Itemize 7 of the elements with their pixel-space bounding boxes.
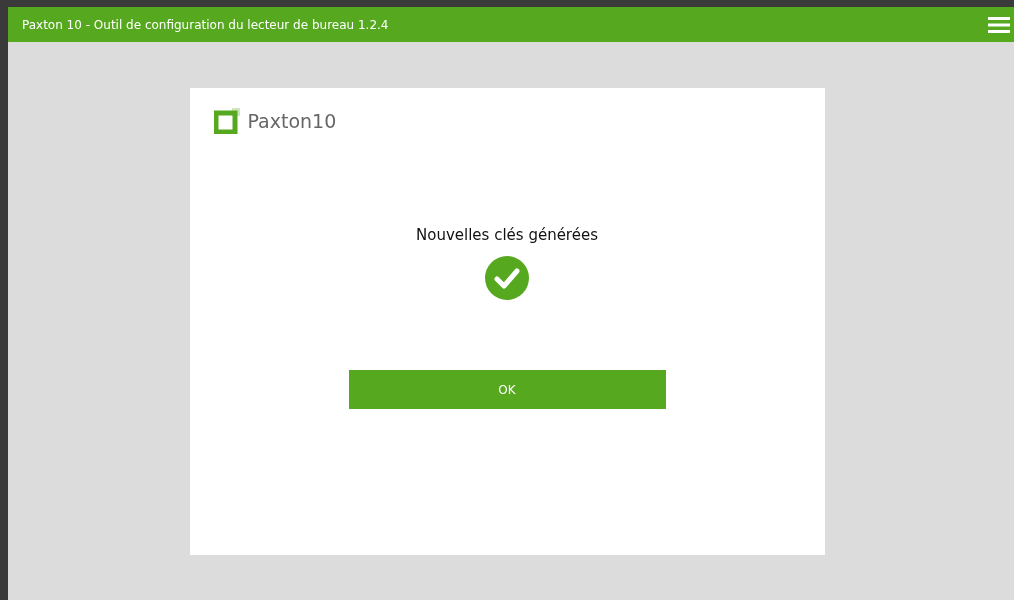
menu-icon[interactable] (988, 16, 1010, 33)
window-title: Paxton 10 - Outil de configuration du lecteur de bureau 1.2.4 (22, 17, 389, 32)
ok-button[interactable]: OK (348, 370, 666, 409)
check-icon (485, 256, 529, 300)
status-message: Nouvelles clés générées (416, 226, 598, 244)
logo-text: Paxton10 (247, 110, 337, 132)
logo-icon (213, 108, 240, 134)
